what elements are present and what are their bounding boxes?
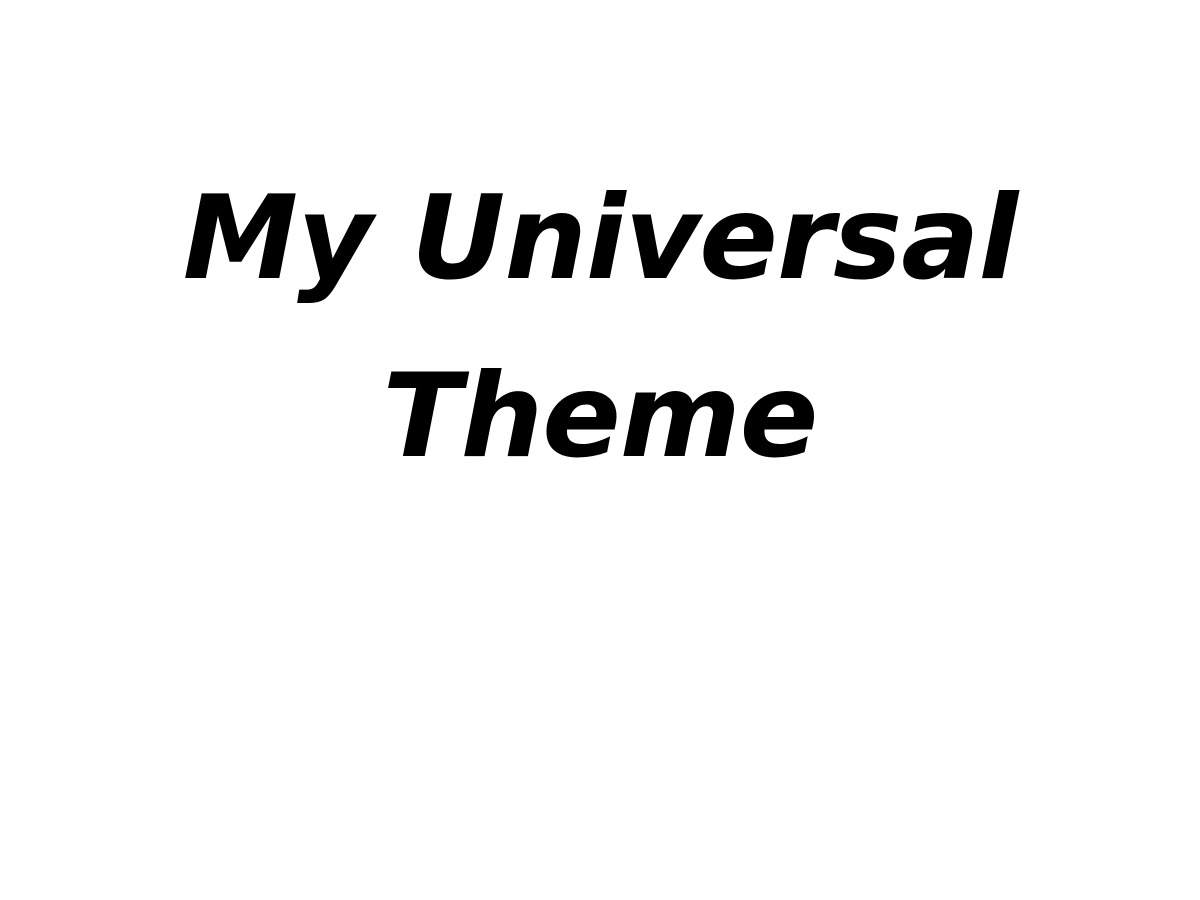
page-title: My Universal Theme (0, 150, 1200, 506)
title-line-2: Theme (382, 349, 819, 484)
title-line-1: My Universal (182, 171, 1019, 306)
